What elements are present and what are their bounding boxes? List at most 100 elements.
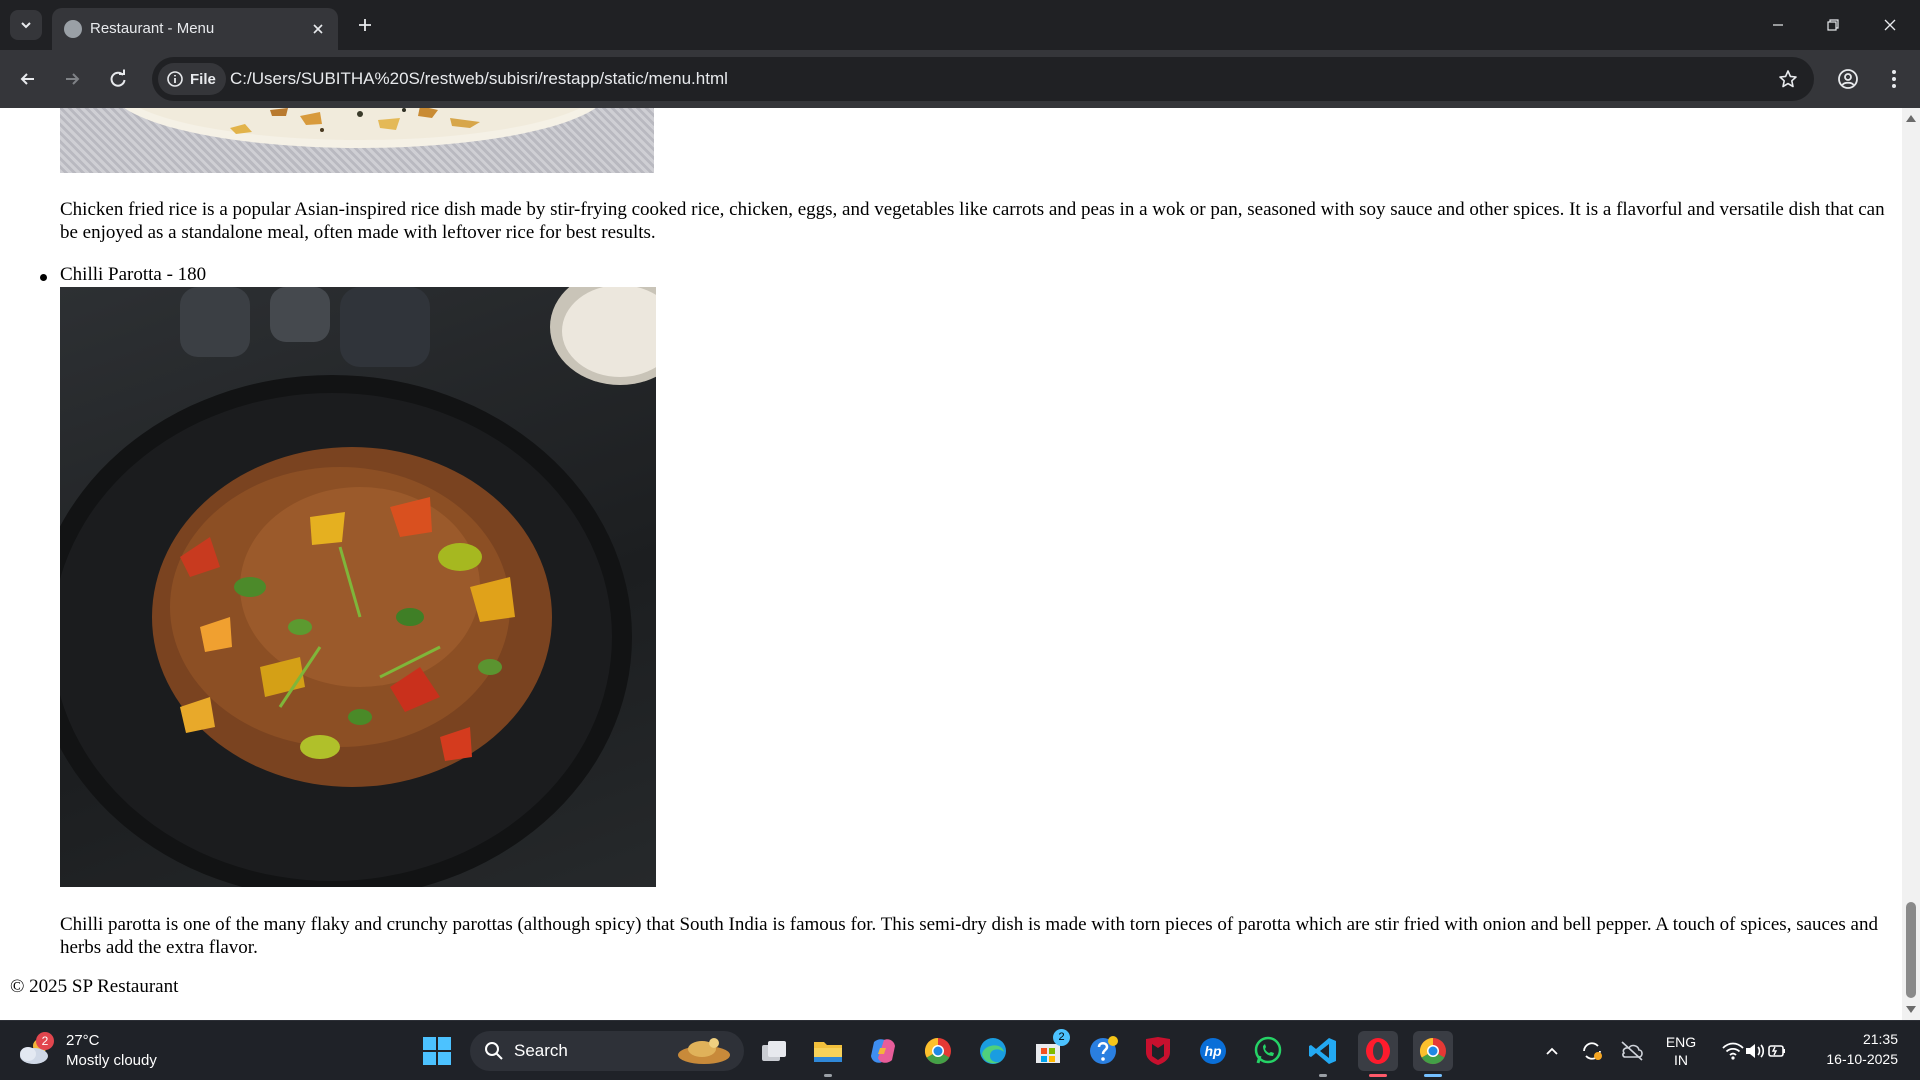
search-label: Search bbox=[514, 1041, 568, 1060]
arrow-right-icon bbox=[66, 73, 80, 85]
scroll-up-arrow-icon[interactable] bbox=[1905, 112, 1917, 124]
mcafee-shield-icon bbox=[1146, 1037, 1170, 1065]
edge-button[interactable] bbox=[973, 1031, 1013, 1071]
browser-tab-bar: Restaurant - Menu bbox=[0, 0, 1920, 50]
weather-temperature: 27°C bbox=[66, 1032, 100, 1049]
star-icon bbox=[1779, 70, 1797, 88]
clock-date: 16-10-2025 bbox=[1826, 1051, 1898, 1067]
bookmark-button[interactable] bbox=[1774, 65, 1802, 93]
minimize-icon bbox=[1773, 24, 1783, 26]
wifi-icon bbox=[1722, 1042, 1744, 1060]
onedrive-tray-button[interactable] bbox=[1612, 1031, 1652, 1071]
chrome-icon bbox=[1419, 1037, 1446, 1065]
app-running-indicator bbox=[1424, 1074, 1442, 1077]
taskbar-clock[interactable]: 21:35 16-10-2025 bbox=[1826, 1029, 1898, 1069]
chevron-down-icon bbox=[21, 22, 31, 29]
page-footer: © 2025 SP Restaurant bbox=[10, 976, 179, 997]
cloud-sun-icon: 2 bbox=[18, 1032, 54, 1066]
arrow-left-icon bbox=[20, 73, 34, 85]
profile-button[interactable] bbox=[1832, 63, 1864, 95]
quick-settings-button[interactable] bbox=[1712, 1031, 1798, 1071]
globe-icon bbox=[64, 20, 82, 38]
copilot-button[interactable] bbox=[863, 1031, 903, 1071]
tab-title: Restaurant - Menu bbox=[90, 20, 215, 37]
language-code: ENG bbox=[1665, 1034, 1697, 1050]
mcafee-button[interactable] bbox=[1138, 1031, 1178, 1071]
file-explorer-button[interactable] bbox=[808, 1031, 848, 1077]
address-bar[interactable]: File C:/Users/SUBITHA%20S/restweb/subisr… bbox=[152, 57, 1814, 101]
search-icon bbox=[485, 1042, 503, 1060]
close-window-button[interactable] bbox=[1870, 8, 1910, 42]
hp-logo-icon: hp bbox=[1200, 1038, 1226, 1064]
app-running-indicator bbox=[1319, 1074, 1327, 1077]
close-icon bbox=[1884, 19, 1896, 31]
chicken-fried-rice-image bbox=[60, 108, 654, 173]
chrome-icon bbox=[924, 1037, 951, 1065]
store-badge: 2 bbox=[1053, 1029, 1070, 1046]
forward-button[interactable] bbox=[56, 63, 88, 95]
scrollbar-thumb[interactable] bbox=[1906, 902, 1916, 998]
info-icon bbox=[167, 71, 183, 87]
reload-icon bbox=[110, 69, 126, 87]
minimize-button[interactable] bbox=[1758, 8, 1798, 42]
edge-icon bbox=[980, 1038, 1006, 1064]
input-language-indicator[interactable]: ENG IN bbox=[1660, 1033, 1702, 1069]
svg-text:hp: hp bbox=[1204, 1043, 1222, 1059]
weather-widget[interactable]: 2 27°C Mostly cloudy bbox=[18, 1029, 157, 1073]
restore-button[interactable] bbox=[1813, 8, 1853, 42]
vscode-button[interactable] bbox=[1303, 1031, 1343, 1077]
whatsapp-icon bbox=[1254, 1036, 1282, 1064]
browser-menu-button[interactable] bbox=[1878, 63, 1910, 95]
show-hidden-icons-button[interactable] bbox=[1532, 1031, 1572, 1071]
chevron-up-icon bbox=[1546, 1047, 1558, 1055]
list-bullet bbox=[40, 274, 47, 281]
url-text[interactable]: C:/Users/SUBITHA%20S/restweb/subisri/res… bbox=[230, 69, 728, 89]
app-running-indicator bbox=[1369, 1074, 1387, 1077]
page-scrollbar[interactable] bbox=[1902, 108, 1920, 1020]
chilli-parotta-plate-illustration bbox=[60, 287, 656, 887]
weather-badge: 2 bbox=[36, 1032, 54, 1050]
sync-icon bbox=[1583, 1042, 1602, 1060]
microsoft-store-button[interactable]: 2 bbox=[1028, 1029, 1070, 1071]
site-chip-label: File bbox=[190, 70, 216, 88]
site-info-chip[interactable]: File bbox=[158, 63, 226, 95]
weather-description: Mostly cloudy bbox=[66, 1052, 157, 1069]
help-icon bbox=[1090, 1036, 1118, 1064]
clock-time: 21:35 bbox=[1862, 1031, 1898, 1047]
chilli-parotta-image bbox=[60, 287, 656, 887]
tab-close-button[interactable] bbox=[308, 19, 328, 39]
restore-icon bbox=[1827, 19, 1839, 31]
chrome-taskbar-button[interactable] bbox=[918, 1031, 958, 1071]
windows-taskbar: 2 27°C Mostly cloudy Search 2 hp ENG IN … bbox=[0, 1020, 1920, 1080]
search-highlight-icon bbox=[678, 1038, 730, 1064]
region-code: IN bbox=[1674, 1052, 1688, 1068]
tab-search-button[interactable] bbox=[10, 10, 42, 40]
copilot-icon bbox=[871, 1039, 895, 1063]
fried-rice-plate-illustration bbox=[124, 108, 596, 148]
sync-tray-button[interactable] bbox=[1572, 1031, 1612, 1071]
windows-start-button[interactable] bbox=[417, 1031, 457, 1071]
task-view-button[interactable] bbox=[754, 1031, 794, 1071]
back-button[interactable] bbox=[12, 63, 44, 95]
reload-button[interactable] bbox=[102, 63, 134, 95]
page-viewport: Chicken fried rice is a popular Asian-in… bbox=[0, 108, 1902, 1020]
more-vertical-icon bbox=[1892, 70, 1896, 88]
active-tab[interactable]: Restaurant - Menu bbox=[52, 8, 338, 50]
taskbar-search-box[interactable]: Search bbox=[470, 1031, 744, 1071]
vscode-icon bbox=[1309, 1038, 1336, 1064]
windows-logo-icon bbox=[423, 1037, 451, 1065]
scroll-down-arrow-icon[interactable] bbox=[1905, 1004, 1917, 1016]
chrome-active-button[interactable] bbox=[1413, 1031, 1453, 1077]
app-running-indicator bbox=[824, 1074, 832, 1077]
plus-icon bbox=[359, 19, 371, 31]
cloud-off-icon bbox=[1621, 1041, 1643, 1061]
task-view-icon bbox=[762, 1041, 786, 1061]
opera-icon bbox=[1366, 1038, 1390, 1064]
whatsapp-button[interactable] bbox=[1248, 1031, 1288, 1071]
profile-icon bbox=[1838, 69, 1858, 89]
opera-button[interactable] bbox=[1358, 1031, 1398, 1077]
get-help-button[interactable] bbox=[1083, 1031, 1123, 1071]
new-tab-button[interactable] bbox=[352, 12, 378, 38]
close-icon bbox=[313, 24, 323, 34]
hp-support-button[interactable]: hp bbox=[1193, 1031, 1233, 1071]
